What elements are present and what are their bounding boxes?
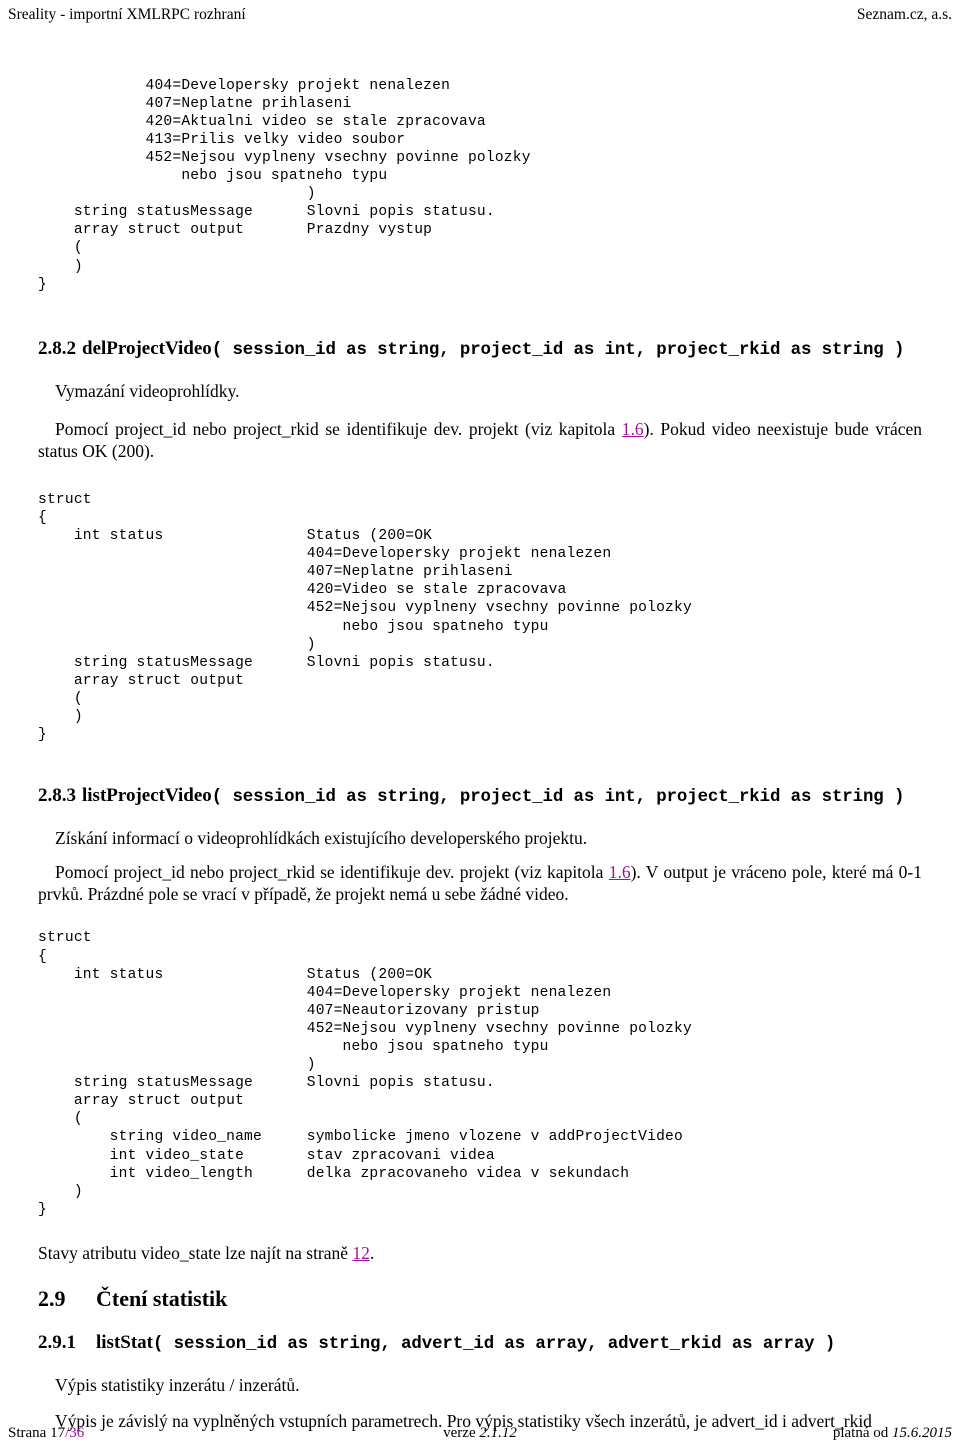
footer-page-current: 17	[50, 1425, 66, 1441]
heading-2-9-1-liststat: 2.9.1 listStat( session_id as string, adv…	[38, 1332, 922, 1354]
paragraph-listprojectvideo-details: Pomocí project_id nebo project_rkid se i…	[38, 861, 922, 905]
paragraph-text-a: Pomocí project_id nebo project_rkid se i…	[55, 861, 609, 882]
heading-method-name: delProjectVideo	[82, 338, 212, 360]
heading-2-8-2-delprojectvideo: 2.8.2 delProjectVideo( session_id as stri…	[38, 338, 922, 360]
footer-version-value: 2.1.12	[479, 1425, 517, 1441]
link-strana-12[interactable]: 12	[352, 1243, 370, 1263]
footer-valid-value: 15.6.2015	[892, 1425, 952, 1441]
header-document-title: Sreality - importní XMLRPC rozhraní	[8, 6, 246, 23]
running-header: Sreality - importní XMLRPC rozhraní Sezn…	[8, 5, 952, 25]
heading-title: Čtení statistik	[96, 1285, 228, 1311]
footer-page-total: /36	[65, 1425, 85, 1441]
paragraph-delprojectvideo-intro: Vymazání videoprohlídky.	[55, 381, 240, 402]
paragraph-liststat-intro: Výpis statistiky inzerátu / inzerátů.	[55, 1374, 300, 1395]
running-footer: Strana 17/36 verze 2.1.12 platná od 15.6…	[8, 1423, 952, 1443]
heading-number: 2.8.2	[38, 338, 76, 360]
footer-page-label: Strana	[8, 1425, 51, 1441]
paragraph-delprojectvideo-details: Pomocí project_id nebo project_rkid se i…	[38, 418, 922, 462]
note-text-b: .	[369, 1242, 375, 1263]
heading-2-9-cteni-statistik: 2.9 Čtení statistik	[38, 1286, 922, 1312]
heading-number: 2.9.1	[38, 1331, 76, 1353]
heading-method-name: listProjectVideo	[82, 784, 212, 806]
footer-page-number: Strana 17/36	[8, 1423, 84, 1443]
footer-validity: platná od 15.6.2015	[833, 1423, 952, 1443]
heading-number: 2.9	[38, 1285, 66, 1311]
paragraph-video-state-note: Stavy atributu video_state lze najít na …	[38, 1242, 922, 1264]
link-kapitola-1-6[interactable]: 1.6	[622, 419, 644, 439]
heading-method-name: listStat	[96, 1331, 153, 1353]
paragraph-text-a: Pomocí project_id nebo project_rkid se i…	[55, 419, 622, 440]
code-block-delprojectvideo-struct: struct { int status Status (200=OK 404=D…	[38, 491, 692, 744]
heading-2-8-3-listprojectvideo: 2.8.3 listProjectVideo( session_id as str…	[38, 785, 922, 807]
header-company-name: Seznam.cz, a.s.	[856, 6, 952, 23]
paragraph-listprojectvideo-intro: Získání informací o videoprohlídkách exi…	[55, 827, 588, 848]
document-page: Sreality - importní XMLRPC rozhraní Sezn…	[0, 0, 960, 1451]
code-block-listprojectvideo-struct: struct { int status Status (200=OK 404=D…	[38, 930, 692, 1218]
footer-version: verze 2.1.12	[443, 1423, 517, 1443]
heading-method-signature: ( session_id as string, project_id as in…	[211, 341, 905, 361]
footer-valid-label: platná od	[832, 1425, 892, 1441]
heading-method-signature: ( session_id as string, advert_id as arr…	[153, 1334, 836, 1354]
link-kapitola-1-6[interactable]: 1.6	[609, 862, 631, 882]
heading-method-signature: ( session_id as string, project_id as in…	[211, 787, 905, 807]
heading-number: 2.8.3	[38, 784, 76, 806]
document-body: 404=Developersky projekt nenalezen 407=N…	[38, 62, 922, 1432]
note-text-a: Stavy atributu video_state lze najít na …	[38, 1242, 353, 1263]
footer-version-label: verze	[443, 1425, 480, 1441]
code-block-top-struct-tail: 404=Developersky projekt nenalezen 407=N…	[38, 77, 531, 293]
